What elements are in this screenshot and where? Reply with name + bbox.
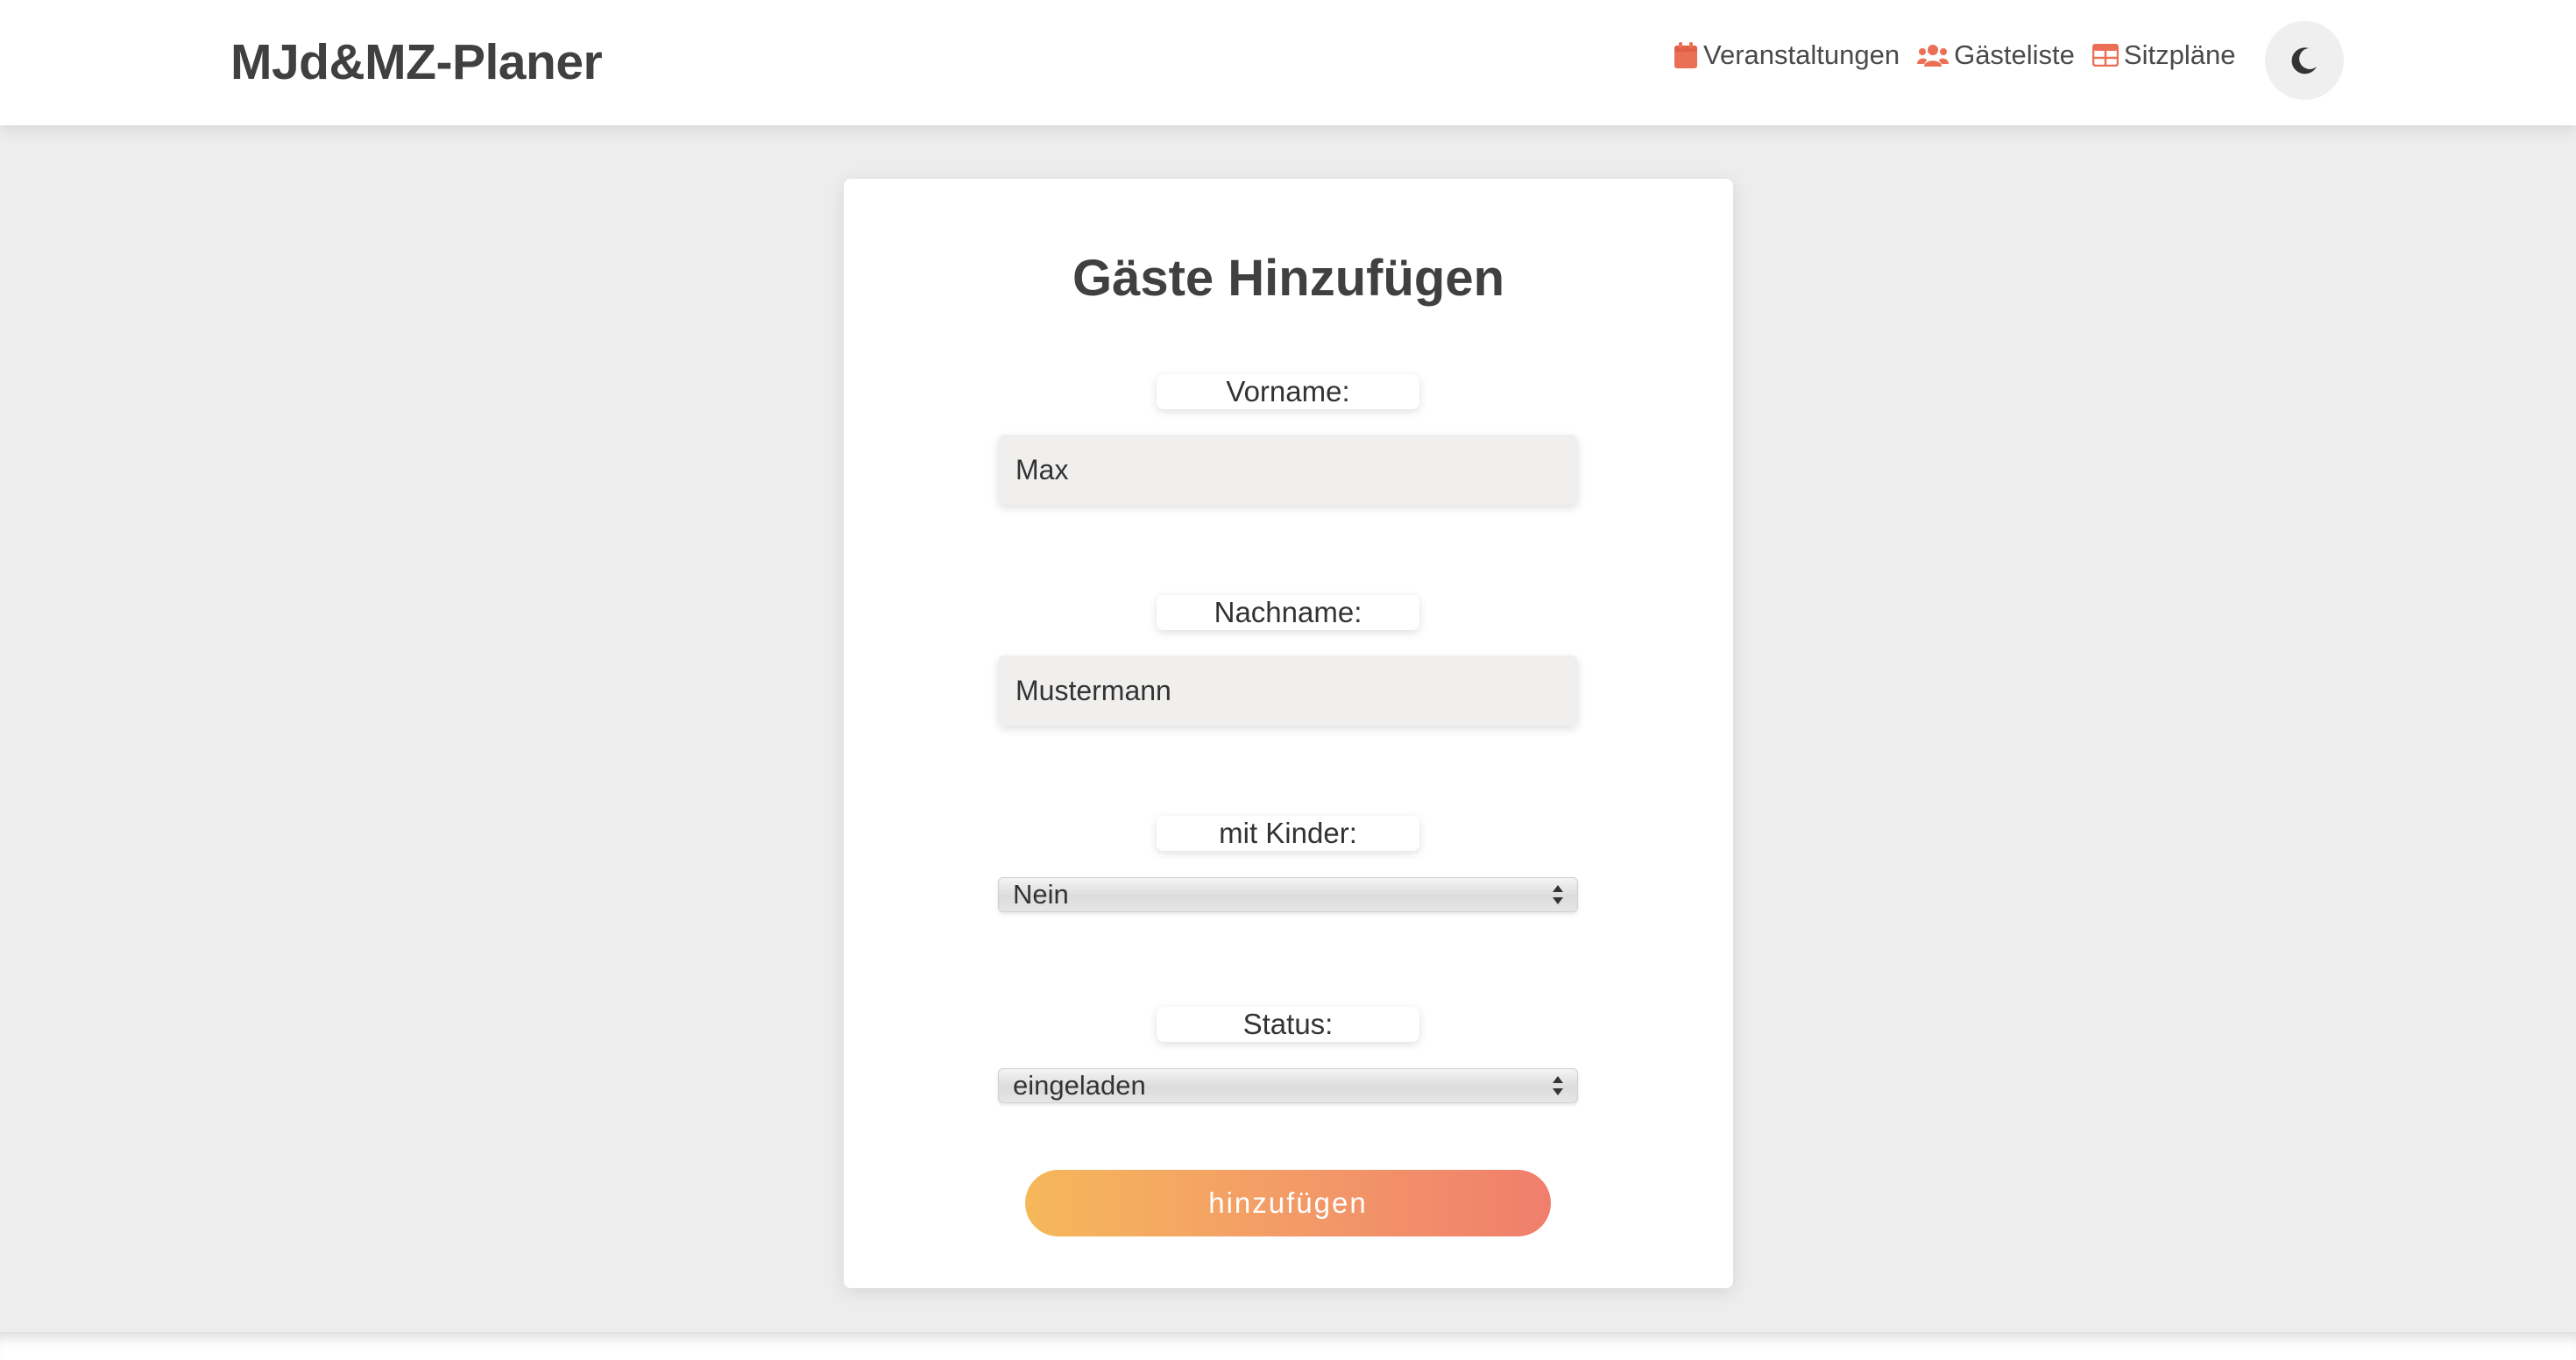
last-name-label: Nachname: [1157,595,1419,630]
nav-item-label: Veranstaltungen [1703,39,1900,70]
nav-item-label: Sitzpläne [2123,39,2236,70]
status-select-value: eingeladen [1013,1070,1146,1101]
status-select[interactable]: eingeladen [998,1068,1578,1103]
last-name-input[interactable] [998,655,1578,726]
status-label: Status: [1157,1007,1419,1042]
first-name-input[interactable] [998,435,1578,505]
select-arrows-icon [1551,1074,1565,1097]
theme-toggle-button[interactable] [2265,21,2344,100]
add-guest-card: Gäste Hinzufügen Vorname: Nachname: mit … [844,179,1733,1288]
nav-item-gaesteliste[interactable]: Gästeliste [1917,39,2075,71]
children-label: mit Kinder: [1157,816,1419,851]
children-select[interactable]: Nein [998,877,1578,912]
footer-bar [0,1332,2576,1360]
nav-item-label: Gästeliste [1954,39,2075,70]
nav-links: Veranstaltungen Gästeliste Sitzpläne [1674,35,2253,75]
table-icon [2091,44,2119,67]
select-arrows-icon [1551,883,1565,906]
app-brand[interactable]: MJd&MZ-Planer [230,33,603,91]
nav-item-sitzplaene[interactable]: Sitzpläne [2091,39,2236,71]
users-icon [1917,45,1950,67]
page-title: Gäste Hinzufügen [1072,250,1505,307]
children-select-value: Nein [1013,879,1069,910]
calendar-icon [1674,42,1697,68]
first-name-label: Vorname: [1157,374,1419,409]
nav-item-veranstaltungen[interactable]: Veranstaltungen [1674,39,1900,71]
moon-icon [2291,47,2317,74]
add-guest-button[interactable]: hinzufügen [1025,1170,1551,1236]
navbar: MJd&MZ-Planer Veranstaltungen Gästeliste [0,0,2576,125]
